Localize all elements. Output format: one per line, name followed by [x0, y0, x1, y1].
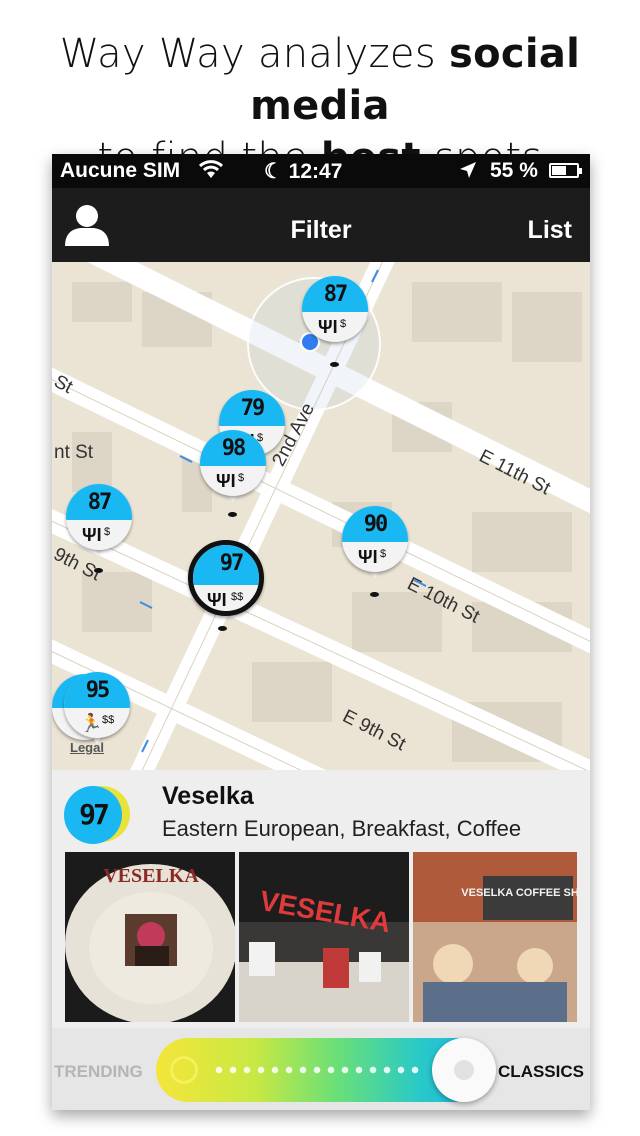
- pin-price: $$: [231, 591, 244, 603]
- pin-score: 97: [193, 545, 259, 585]
- map-pin[interactable]: 87 ΨΙ $: [302, 276, 368, 367]
- wifi-icon: [198, 160, 224, 178]
- map-view[interactable]: St nt St 2nd Ave E 11th St 9th St E 10th…: [52, 262, 590, 770]
- pin-price: $$: [102, 714, 115, 726]
- score-value: 97: [64, 786, 122, 844]
- photo-text: VESELKA: [103, 865, 199, 887]
- place-categories: Eastern European, Breakfast, Coffee: [162, 816, 522, 841]
- fork-knife-icon: ΨΙ: [216, 471, 236, 491]
- map-pin[interactable]: 95 🏃 $$: [64, 672, 130, 744]
- fork-knife-icon: ΨΙ: [318, 317, 338, 337]
- trending-classics-slider-bar: TRENDING CLASSICS: [52, 1028, 590, 1110]
- place-detail-card[interactable]: 97 Veselka Eastern European, Breakfast, …: [52, 770, 590, 1028]
- place-photo[interactable]: VESELKA: [65, 852, 235, 1022]
- legal-link[interactable]: Legal: [70, 740, 104, 755]
- pin-price: $: [104, 526, 111, 538]
- pin-price: $: [380, 548, 387, 560]
- pin-score: 90: [342, 506, 408, 542]
- fork-knife-icon: ΨΙ: [358, 547, 378, 567]
- photo-text: VESELKA COFFEE SHOP: [461, 887, 577, 899]
- battery-icon: [549, 163, 582, 178]
- list-button[interactable]: List: [528, 216, 572, 245]
- pin-price: $: [238, 472, 245, 484]
- slider-knob[interactable]: [432, 1038, 496, 1102]
- fork-knife-icon: ΨΙ: [82, 525, 102, 545]
- time-label: 12:47: [288, 160, 343, 183]
- map-pin[interactable]: 98 ΨΙ $: [200, 430, 266, 517]
- storefront-photo: VESELKA COFFEE SHOP: [413, 852, 577, 1022]
- status-bar: Aucune SIM ☾ 12:47 55 %: [52, 154, 590, 188]
- fork-knife-icon: ΨΙ: [207, 590, 227, 610]
- moon-icon: ☾: [264, 160, 283, 183]
- sign-photo: VESELKA: [239, 852, 409, 1022]
- location-arrow-icon: [460, 162, 476, 178]
- place-photo[interactable]: VESELKA COFFEE SHOP: [413, 852, 577, 1022]
- headline-text: Way Way analyzes: [59, 31, 449, 77]
- filter-button[interactable]: Filter: [52, 216, 590, 245]
- nav-bar: Filter List: [52, 188, 590, 262]
- pin-score: 95: [64, 672, 130, 708]
- pin-score: 87: [302, 276, 368, 312]
- trending-label[interactable]: TRENDING: [54, 1062, 143, 1082]
- battery-percent: 55 %: [490, 159, 538, 182]
- pin-price: $: [340, 318, 347, 330]
- runner-icon: 🏃: [80, 713, 103, 733]
- clock: ☾ 12:47: [264, 159, 342, 184]
- pin-score: 98: [200, 430, 266, 466]
- map-pin[interactable]: 87 ΨΙ $: [66, 484, 132, 573]
- plate-photo: VESELKA: [65, 852, 235, 1022]
- place-photo[interactable]: VESELKA: [239, 852, 409, 1022]
- phone-screen: Aucune SIM ☾ 12:47 55 % Filter List St n…: [52, 154, 590, 1110]
- classics-label[interactable]: CLASSICS: [498, 1062, 584, 1082]
- map-pin-selected[interactable]: 97 ΨΙ $$: [188, 540, 264, 631]
- place-name: Veselka: [162, 782, 254, 810]
- street-label: nt St: [54, 442, 94, 463]
- score-badge: 97: [64, 786, 134, 844]
- carrier-label: Aucune SIM: [60, 159, 181, 182]
- map-pin[interactable]: 90 ΨΙ $: [342, 506, 408, 597]
- pin-score: 87: [66, 484, 132, 520]
- pin-score: 79: [219, 390, 285, 426]
